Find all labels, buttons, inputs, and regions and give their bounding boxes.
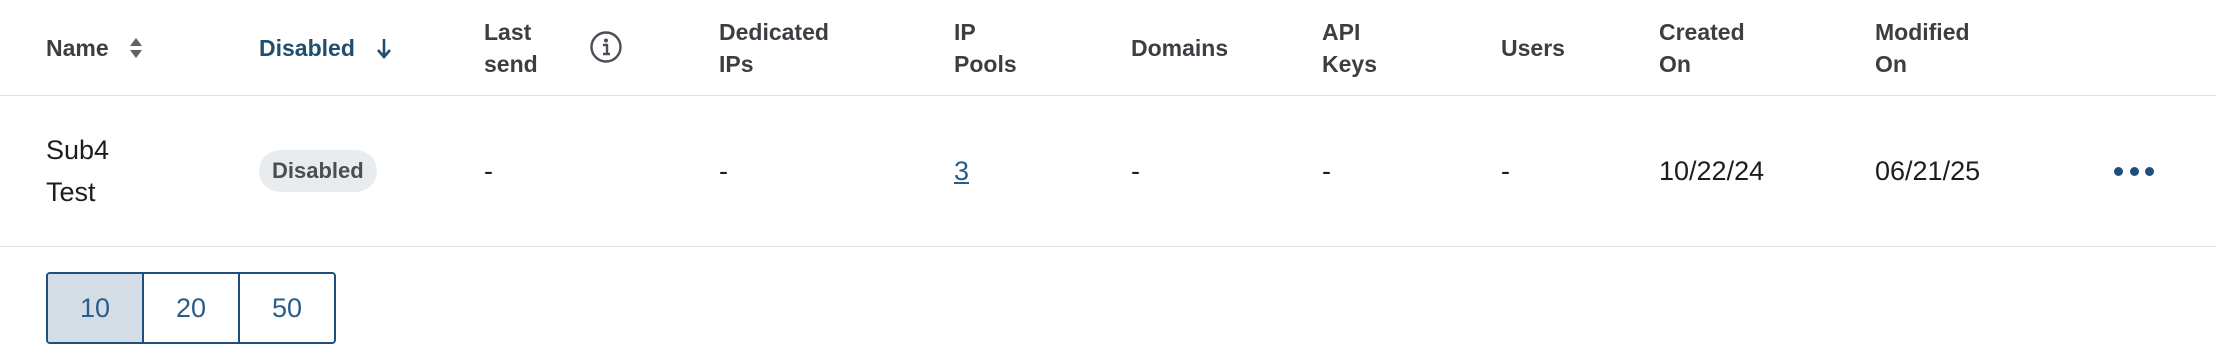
modified-on-value: 06/21/25 [1875, 155, 1981, 186]
ip-pools-cell: 3 [954, 96, 969, 246]
more-dot [2114, 166, 2123, 176]
ip-pools-link[interactable]: 3 [954, 156, 969, 187]
arrow-down-icon[interactable] [375, 36, 393, 60]
column-header-users[interactable]: Users [1501, 0, 1565, 95]
column-header-last-send[interactable]: Last send [484, 0, 538, 95]
more-dot [2145, 166, 2154, 176]
column-header-disabled[interactable]: Disabled [259, 0, 393, 95]
column-header-created-on[interactable]: Created On [1659, 0, 1745, 95]
table-row: Sub4 Test Disabled - - 3 - - - 10/22/24 … [0, 96, 2216, 247]
sort-both-icon[interactable] [129, 36, 143, 60]
page-size-20-button[interactable]: 20 [144, 274, 240, 342]
status-badge: Disabled [259, 150, 377, 192]
table-header-row: Name Disabled Last send Dedicated IPs IP… [0, 0, 2216, 96]
users-value: - [1501, 155, 1510, 186]
domains-value: - [1131, 155, 1140, 186]
subaccounts-table: Name Disabled Last send Dedicated IPs IP… [0, 0, 2216, 247]
page-size-50-button[interactable]: 50 [240, 274, 334, 342]
more-actions-icon[interactable] [2114, 156, 2154, 186]
page-size-selector: 10 20 50 [46, 272, 336, 344]
dedicated-ips-value: - [719, 155, 728, 186]
column-header-disabled-label: Disabled [259, 34, 355, 61]
created-on-value: 10/22/24 [1659, 155, 1765, 186]
info-icon[interactable] [589, 30, 623, 64]
column-header-name-label: Name [46, 34, 109, 61]
column-header-modified-on[interactable]: Modified On [1875, 0, 1970, 95]
status-cell: Disabled [259, 96, 377, 246]
api-keys-value: - [1322, 155, 1331, 186]
last-send-value: - [484, 155, 493, 186]
column-header-dedicated-ips[interactable]: Dedicated IPs [719, 0, 829, 95]
column-header-domains[interactable]: Domains [1131, 0, 1228, 95]
column-header-ip-pools[interactable]: IP Pools [954, 0, 1017, 95]
page-size-10-button[interactable]: 10 [48, 274, 144, 342]
column-header-api-keys[interactable]: API Keys [1322, 0, 1377, 95]
more-dot [2129, 166, 2139, 176]
column-header-name[interactable]: Name [46, 0, 143, 95]
subaccount-name: Sub4 Test [46, 135, 110, 207]
